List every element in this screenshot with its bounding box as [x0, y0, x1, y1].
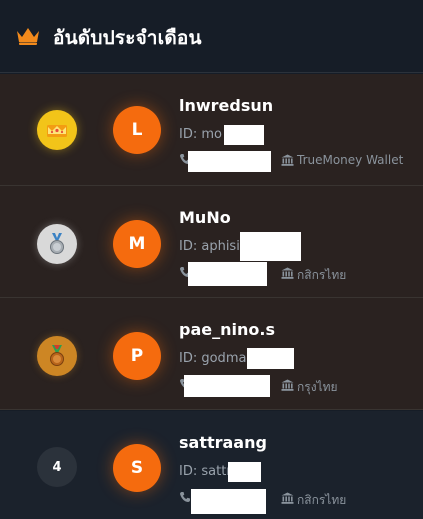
username: lnwredsun	[179, 96, 274, 115]
user-id: ID: sattr	[179, 464, 232, 479]
bank-icon	[281, 379, 294, 391]
bank-icon	[281, 492, 294, 504]
user-id: ID: godma	[179, 351, 247, 366]
leaderboard-header: อันดับประจำเดือน	[0, 0, 423, 73]
leaderboard-row-3[interactable]: P pae_nino.s ID: godma กรุงไทย	[0, 298, 423, 410]
bank-name: กสิกรไทย	[297, 493, 347, 507]
username: sattraang	[179, 433, 267, 452]
avatar: M	[113, 220, 161, 268]
silver-medal-icon	[37, 224, 77, 264]
bank-icon	[281, 154, 294, 166]
redacted-phone	[191, 489, 266, 514]
bronze-medal-icon	[37, 336, 77, 376]
user-id: ID: aphisit	[179, 239, 245, 254]
avatar: L	[113, 106, 161, 154]
leaderboard-row-2[interactable]: M MuNo ID: aphisit กสิกรไทย	[0, 186, 423, 298]
rank-number: 4	[37, 447, 77, 487]
phone-icon	[180, 492, 190, 502]
bank-name: กรุงไทย	[297, 380, 338, 394]
redacted-phone	[184, 375, 270, 397]
leaderboard-row-1[interactable]: L lnwredsun ID: mo TrueMoney Wallet	[0, 74, 423, 186]
gold-crown-icon	[37, 110, 77, 150]
username: pae_nino.s	[179, 320, 275, 339]
username: MuNo	[179, 208, 231, 227]
avatar: P	[113, 332, 161, 380]
monthly-leaderboard-panel: อันดับประจำเดือน L lnwredsun ID: mo True…	[0, 0, 423, 519]
leaderboard-row-4[interactable]: 4 S sattraang ID: sattr กสิกรไทย	[0, 411, 423, 519]
crown-icon	[17, 28, 39, 45]
page-title: อันดับประจำเดือน	[53, 27, 202, 49]
avatar: S	[113, 444, 161, 492]
redacted-id	[247, 348, 294, 369]
redacted-id	[228, 462, 261, 482]
redacted-id	[240, 232, 301, 261]
bank-name: กสิกรไทย	[297, 268, 347, 282]
bank-icon	[281, 267, 294, 279]
bank-name: TrueMoney Wallet	[297, 153, 404, 167]
redacted-id	[224, 125, 264, 145]
redacted-phone	[188, 151, 271, 172]
user-id: ID: mo	[179, 127, 222, 142]
redacted-phone	[188, 262, 267, 286]
